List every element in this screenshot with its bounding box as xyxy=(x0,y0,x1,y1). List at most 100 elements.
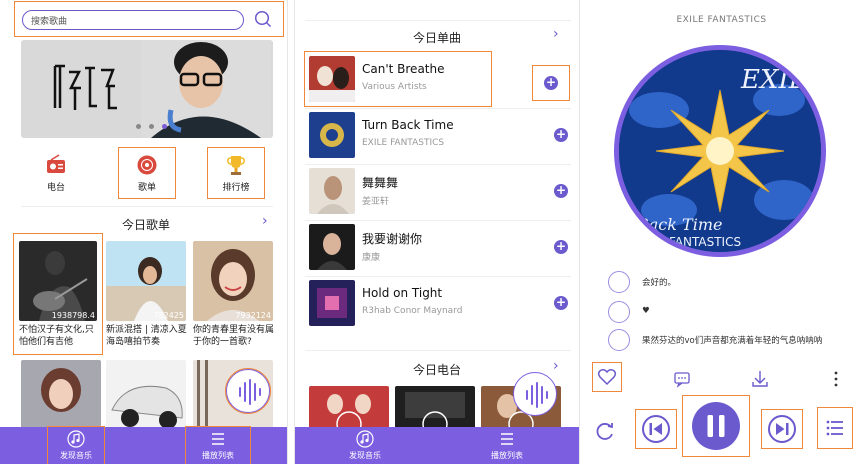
song-row[interactable]: 舞舞舞 姜亚轩 + xyxy=(305,164,573,218)
play-count: 7932124 xyxy=(235,311,271,320)
playlist-button[interactable] xyxy=(817,407,853,449)
next-button[interactable] xyxy=(761,409,803,449)
section-title-radio: 今日电台 xyxy=(413,363,462,377)
banner-carousel[interactable] xyxy=(21,40,273,138)
song-row[interactable]: Can't Breathe Various Artists xyxy=(304,51,492,107)
download-button[interactable] xyxy=(746,365,774,393)
quick-radio[interactable]: 电台 xyxy=(28,148,84,198)
voice-search-button[interactable] xyxy=(225,368,271,414)
song-title: Turn Back Time xyxy=(362,118,454,132)
song-title: 我要谢谢你 xyxy=(362,232,423,246)
like-button[interactable] xyxy=(592,362,622,392)
comment-text: ♥ xyxy=(642,306,650,316)
songs-screen: 今日单曲 › Can't Breathe Various Artists + T… xyxy=(294,0,580,464)
album-art: EXIL Back Time FANTASTICS xyxy=(619,50,821,252)
song-artist: Various Artists xyxy=(362,82,427,92)
plus-icon: + xyxy=(544,75,558,90)
carousel-dots[interactable] xyxy=(136,124,167,129)
repeat-icon xyxy=(596,423,613,440)
player-screen: EXILE FANTASTICS EXIL Back Time FANTASTI… xyxy=(584,0,859,464)
tab-playlist-label: 播放列表 xyxy=(491,451,523,460)
bottom-tab-bar: 发现音乐 播放列表 xyxy=(0,426,287,464)
comment-button[interactable] xyxy=(668,365,696,393)
playlist-card[interactable]: 782425 新派混搭 | 清凉入夏 海岛嘻拍节奏 xyxy=(106,241,188,348)
search-bar: 搜索歌曲 xyxy=(14,1,284,37)
comment-icon xyxy=(674,372,690,388)
search-icon[interactable] xyxy=(254,10,272,28)
song-artist: EXILE FANTASTICS xyxy=(362,138,445,148)
add-song-button[interactable]: + xyxy=(532,65,570,101)
quick-ranking-label: 排行榜 xyxy=(222,183,250,193)
chevron-right-icon[interactable]: › xyxy=(553,358,559,374)
tab-discover[interactable]: 发现音乐 xyxy=(337,427,393,464)
plus-icon: + xyxy=(554,127,568,142)
add-song-button[interactable]: + xyxy=(543,286,579,320)
divider xyxy=(305,20,571,21)
song-title: 舞舞舞 xyxy=(362,176,399,190)
add-song-button[interactable]: + xyxy=(543,118,579,152)
playlist-caption: 你的青春里有没有属于你的一首歌? xyxy=(193,325,275,347)
song-row[interactable]: Turn Back Time EXILE FANTASTICS + xyxy=(305,108,573,162)
next-icon xyxy=(768,415,796,443)
pause-icon xyxy=(692,402,740,450)
song-title: Can't Breathe xyxy=(362,62,445,76)
chevron-right-icon[interactable]: › xyxy=(262,213,268,229)
music-note-icon xyxy=(356,430,374,448)
soundwave-icon xyxy=(239,379,261,405)
radio-card[interactable] xyxy=(309,386,389,430)
search-input[interactable]: 搜索歌曲 xyxy=(22,10,244,30)
tab-discover[interactable]: 发现音乐 xyxy=(47,426,105,464)
tab-discover-label: 发现音乐 xyxy=(349,451,381,460)
song-cover xyxy=(309,56,355,102)
quick-radio-label: 电台 xyxy=(46,183,65,193)
playlist-cover: 1938798.4 xyxy=(19,241,97,321)
download-icon xyxy=(752,371,768,387)
playlist-icon xyxy=(826,420,843,436)
playlist-cover: 7932124 xyxy=(193,241,273,321)
chevron-right-icon[interactable]: › xyxy=(553,26,559,42)
song-artist: R3hab Conor Maynard xyxy=(362,306,463,316)
heart-icon xyxy=(597,369,617,386)
repeat-button[interactable] xyxy=(592,418,618,444)
more-button[interactable] xyxy=(822,365,850,393)
divider xyxy=(21,206,273,207)
add-song-button[interactable]: + xyxy=(543,230,579,264)
voice-search-button[interactable] xyxy=(513,372,557,416)
svg-text:FANTASTICS: FANTASTICS xyxy=(669,235,741,249)
radio-icon xyxy=(47,154,65,173)
tab-playlist[interactable]: 播放列表 xyxy=(185,426,251,464)
quick-ranking[interactable]: 排行榜 xyxy=(207,147,265,199)
list-icon xyxy=(212,433,224,445)
comment-text: 会好的。 xyxy=(642,278,677,288)
song-row[interactable]: Hold on Tight R3hab Conor Maynard + xyxy=(305,276,573,330)
music-note-icon xyxy=(67,430,85,448)
soundwave-icon xyxy=(526,382,548,408)
song-cover xyxy=(309,112,355,158)
avatar[interactable] xyxy=(608,271,630,293)
play-pause-button[interactable] xyxy=(682,395,750,457)
now-playing-artist: EXILE FANTASTICS xyxy=(676,15,767,25)
svg-text:EXIL: EXIL xyxy=(740,65,806,95)
tab-playlist[interactable]: 播放列表 xyxy=(475,427,539,464)
song-artist: 姜亚轩 xyxy=(362,197,390,207)
avatar[interactable] xyxy=(608,301,630,323)
add-song-button[interactable]: + xyxy=(543,174,579,208)
song-title: Hold on Tight xyxy=(362,286,443,300)
song-cover xyxy=(309,168,355,214)
svg-text:Back Time: Back Time xyxy=(636,215,722,234)
radio-card[interactable] xyxy=(395,386,475,430)
previous-button[interactable] xyxy=(635,409,677,449)
song-artist: 康康 xyxy=(362,253,381,263)
banner-logo-art xyxy=(53,64,117,110)
quick-songlist[interactable]: 歌单 xyxy=(118,147,176,199)
bottom-tab-bar: 发现音乐 播放列表 xyxy=(295,427,579,464)
quick-songlist-label: 歌单 xyxy=(137,183,156,193)
playlist-card[interactable]: 1938798.4 不怕汉子有文化,只怕他们有吉他 xyxy=(13,233,103,355)
playlist-card[interactable]: 7932124 你的青春里有没有属于你的一首歌? xyxy=(193,241,275,348)
list-icon xyxy=(501,433,513,445)
avatar[interactable] xyxy=(608,329,630,351)
song-row[interactable]: 我要谢谢你 康康 + xyxy=(305,220,573,274)
playlist-caption: 新派混搭 | 清凉入夏 海岛嘻拍节奏 xyxy=(106,325,187,347)
plus-icon: + xyxy=(554,183,568,198)
trophy-icon xyxy=(227,156,245,175)
